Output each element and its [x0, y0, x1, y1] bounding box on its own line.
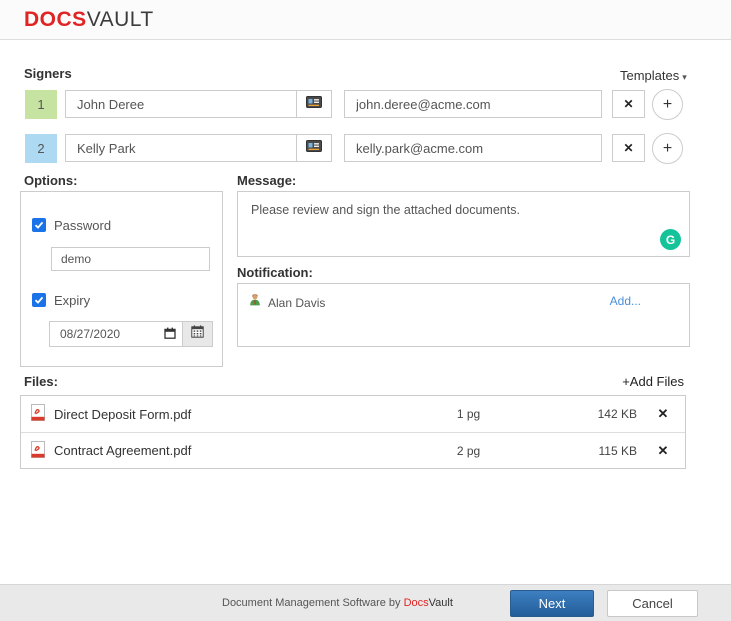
recipient-name: Alan Davis	[268, 295, 326, 310]
signer-order-badge: 1	[25, 90, 57, 119]
docsvault-logo: DOCSVAULT	[24, 0, 154, 40]
file-name: Contract Agreement.pdf	[54, 443, 192, 458]
footer-tagline: Document Management Software by DocsVaul…	[222, 585, 453, 621]
add-signer-button[interactable]: +	[652, 89, 683, 120]
signer-email-input[interactable]	[344, 90, 602, 118]
options-label: Options:	[24, 173, 78, 188]
cancel-button[interactable]: Cancel	[607, 590, 698, 617]
esign-dialog: DOCSVAULT Signers Templates▾ 1 ✕ + 2 ✕ +…	[0, 0, 731, 621]
pdf-file-icon	[31, 440, 45, 461]
templates-label: Templates	[620, 68, 680, 83]
contact-card-icon	[306, 95, 322, 113]
contact-picker-button[interactable]	[296, 90, 332, 118]
file-name: Direct Deposit Form.pdf	[54, 406, 192, 422]
notification-recipient: Alan Davis	[248, 293, 325, 312]
signer-name-input[interactable]	[65, 90, 297, 118]
notification-label: Notification:	[237, 265, 313, 280]
contact-picker-button[interactable]	[296, 134, 332, 162]
message-textarea[interactable]: Please review and sign the attached docu…	[238, 192, 689, 256]
remove-signer-button[interactable]: ✕	[612, 90, 645, 118]
chevron-down-icon: ▾	[682, 72, 687, 82]
grammarly-icon[interactable]: G	[660, 229, 681, 250]
message-box: Please review and sign the attached docu…	[237, 191, 690, 257]
add-signer-button[interactable]: +	[652, 133, 683, 164]
signer-email-input[interactable]	[344, 134, 602, 162]
remove-file-button[interactable]: ✕	[641, 443, 685, 459]
files-label: Files:	[24, 374, 58, 389]
expiry-date-value: 08/27/2020	[60, 327, 121, 341]
password-input[interactable]	[51, 247, 210, 271]
contact-card-icon	[306, 139, 322, 157]
file-size: 115 KB	[598, 443, 637, 458]
calendar-button[interactable]	[182, 321, 213, 347]
files-table: Direct Deposit Form.pdf 1 pg 142 KB ✕ Co…	[20, 395, 686, 469]
plus-icon: +	[662, 95, 673, 113]
signer-name-input[interactable]	[65, 134, 297, 162]
tagline-text: Document Management Software by	[222, 597, 404, 609]
calendar-icon	[191, 325, 204, 343]
file-name-cell: Contract Agreement.pdf	[21, 440, 391, 461]
tagline-brand-docs: Docs	[403, 597, 429, 609]
file-pages: 1 pg	[456, 407, 481, 421]
add-files-label: Add Files	[629, 374, 684, 389]
file-name-cell: Direct Deposit Form.pdf	[21, 404, 391, 424]
footer-bar: Document Management Software by DocsVaul…	[0, 584, 731, 621]
file-row: Contract Agreement.pdf 2 pg 115 KB ✕	[21, 432, 685, 468]
signers-label: Signers	[24, 66, 72, 81]
plus-icon: +	[622, 374, 630, 389]
pdf-file-icon	[31, 404, 45, 424]
header-bar: DOCSVAULT	[0, 0, 731, 40]
expiry-checkbox-label: Expiry	[54, 293, 91, 308]
close-icon: ✕	[657, 406, 669, 421]
options-panel: Password Expiry 08/27/2020	[20, 191, 223, 367]
expiry-date-group: 08/27/2020	[49, 321, 213, 347]
logo-vault: VAULT	[86, 8, 154, 31]
add-files-button[interactable]: +Add Files	[622, 374, 684, 389]
remove-file-button[interactable]: ✕	[641, 406, 685, 422]
person-icon	[248, 293, 262, 312]
password-checkbox-label: Password	[54, 218, 112, 233]
tagline-brand-vault: Vault	[428, 597, 453, 609]
remove-signer-button[interactable]: ✕	[612, 134, 645, 162]
close-icon: ✕	[657, 442, 669, 458]
next-button[interactable]: Next	[510, 590, 594, 617]
message-label: Message:	[237, 173, 297, 188]
password-checkbox[interactable]	[32, 218, 46, 232]
logo-docs: DOCS	[24, 8, 87, 31]
expiry-checkbox[interactable]	[32, 293, 46, 307]
notification-panel: Alan Davis Add...	[237, 283, 690, 347]
plus-icon: +	[662, 139, 673, 157]
file-pages: 2 pg	[456, 443, 481, 458]
close-icon: ✕	[623, 97, 634, 111]
date-picker-icon[interactable]	[164, 327, 176, 342]
add-recipient-link[interactable]: Add...	[610, 294, 641, 308]
expiry-date-input[interactable]: 08/27/2020	[49, 321, 183, 347]
file-size: 142 KB	[597, 407, 637, 421]
templates-dropdown[interactable]: Templates ▾	[620, 68, 687, 83]
signer-order-badge: 2	[25, 134, 57, 163]
file-row: Direct Deposit Form.pdf 1 pg 142 KB ✕	[21, 396, 685, 432]
close-icon: ✕	[623, 141, 634, 155]
